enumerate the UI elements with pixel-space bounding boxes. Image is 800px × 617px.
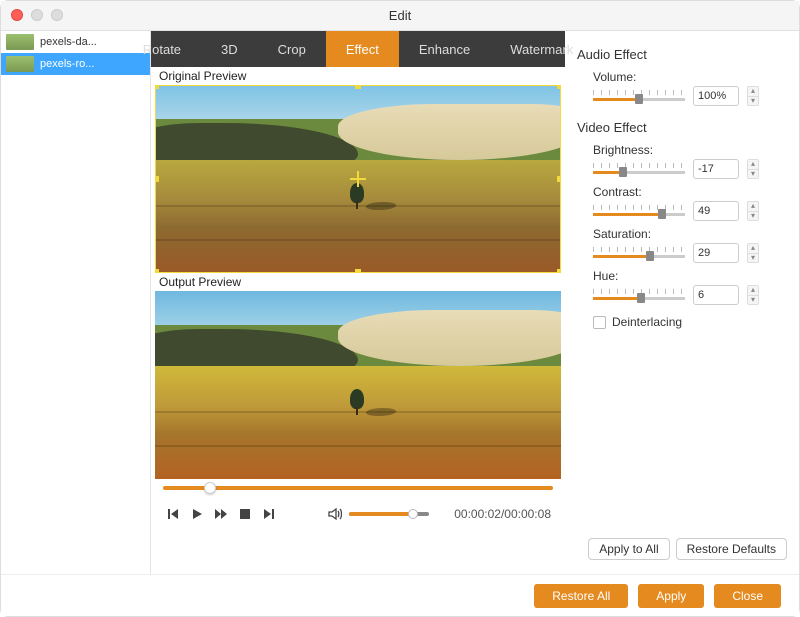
clip-sidebar: pexels-da... pexels-ro... (1, 31, 151, 574)
tab-effect[interactable]: Effect (326, 31, 399, 67)
footer: Restore All Apply Close (1, 574, 799, 616)
stop-button[interactable] (237, 506, 253, 522)
volume-thumb[interactable] (408, 509, 418, 519)
seek-thumb[interactable] (204, 482, 216, 494)
prev-button[interactable] (165, 506, 181, 522)
saturation-stepper[interactable]: ▴▾ (747, 243, 759, 263)
edit-tabs: Rotate 3D Crop Effect Enhance Watermark (151, 31, 565, 67)
saturation-value[interactable]: 29 (693, 243, 739, 263)
window-controls (11, 9, 63, 21)
deinterlacing-checkbox[interactable] (593, 316, 606, 329)
hue-slider[interactable] (593, 289, 685, 301)
tab-3d[interactable]: 3D (201, 31, 258, 67)
play-button[interactable] (189, 506, 205, 522)
tab-enhance[interactable]: Enhance (399, 31, 490, 67)
brightness-stepper[interactable]: ▴▾ (747, 159, 759, 179)
playback-seek[interactable] (155, 479, 561, 497)
tab-crop[interactable]: Crop (258, 31, 326, 67)
hue-label: Hue: (593, 269, 787, 283)
volume-icon[interactable] (327, 506, 343, 522)
hue-stepper[interactable]: ▴▾ (747, 285, 759, 305)
saturation-label: Saturation: (593, 227, 787, 241)
minimize-window-icon[interactable] (31, 9, 43, 21)
next-button[interactable] (261, 506, 277, 522)
tab-rotate[interactable]: Rotate (123, 31, 201, 67)
audio-effect-title: Audio Effect (577, 47, 787, 62)
zoom-window-icon[interactable] (51, 9, 63, 21)
contrast-value[interactable]: 49 (693, 201, 739, 221)
restore-defaults-button[interactable]: Restore Defaults (676, 538, 787, 560)
output-preview (155, 291, 561, 479)
contrast-label: Contrast: (593, 185, 787, 199)
saturation-slider[interactable] (593, 247, 685, 259)
contrast-stepper[interactable]: ▴▾ (747, 201, 759, 221)
clip-label: pexels-ro... (40, 58, 94, 70)
contrast-slider[interactable] (593, 205, 685, 217)
restore-all-button[interactable]: Restore All (534, 584, 628, 608)
close-button[interactable]: Close (714, 584, 781, 608)
hue-value[interactable]: 6 (693, 285, 739, 305)
playback-controls: 00:00:02/00:00:08 (155, 497, 561, 531)
brightness-label: Brightness: (593, 143, 787, 157)
volume-value[interactable]: 100% (693, 86, 739, 106)
window-title: Edit (389, 8, 411, 23)
volume-slider[interactable] (349, 512, 429, 516)
original-preview[interactable] (155, 85, 561, 273)
original-preview-label: Original Preview (155, 67, 561, 85)
effect-panel: Audio Effect Volume: 100% ▴▾ Video Effec… (565, 31, 799, 574)
clip-thumbnail (6, 34, 34, 50)
brightness-value[interactable]: -17 (693, 159, 739, 179)
apply-button[interactable]: Apply (638, 584, 704, 608)
brightness-slider[interactable] (593, 163, 685, 175)
clip-label: pexels-da... (40, 36, 97, 48)
time-display: 00:00:02/00:00:08 (454, 507, 551, 521)
volume-stepper[interactable]: ▴▾ (747, 86, 759, 106)
output-preview-label: Output Preview (155, 273, 561, 291)
fast-forward-button[interactable] (213, 506, 229, 522)
volume-label: Volume: (593, 70, 787, 84)
close-window-icon[interactable] (11, 9, 23, 21)
video-effect-title: Video Effect (577, 120, 787, 135)
volume-slider[interactable] (593, 90, 685, 102)
clip-thumbnail (6, 56, 34, 72)
deinterlacing-label: Deinterlacing (612, 315, 682, 329)
titlebar: Edit (1, 1, 799, 31)
apply-to-all-button[interactable]: Apply to All (588, 538, 669, 560)
